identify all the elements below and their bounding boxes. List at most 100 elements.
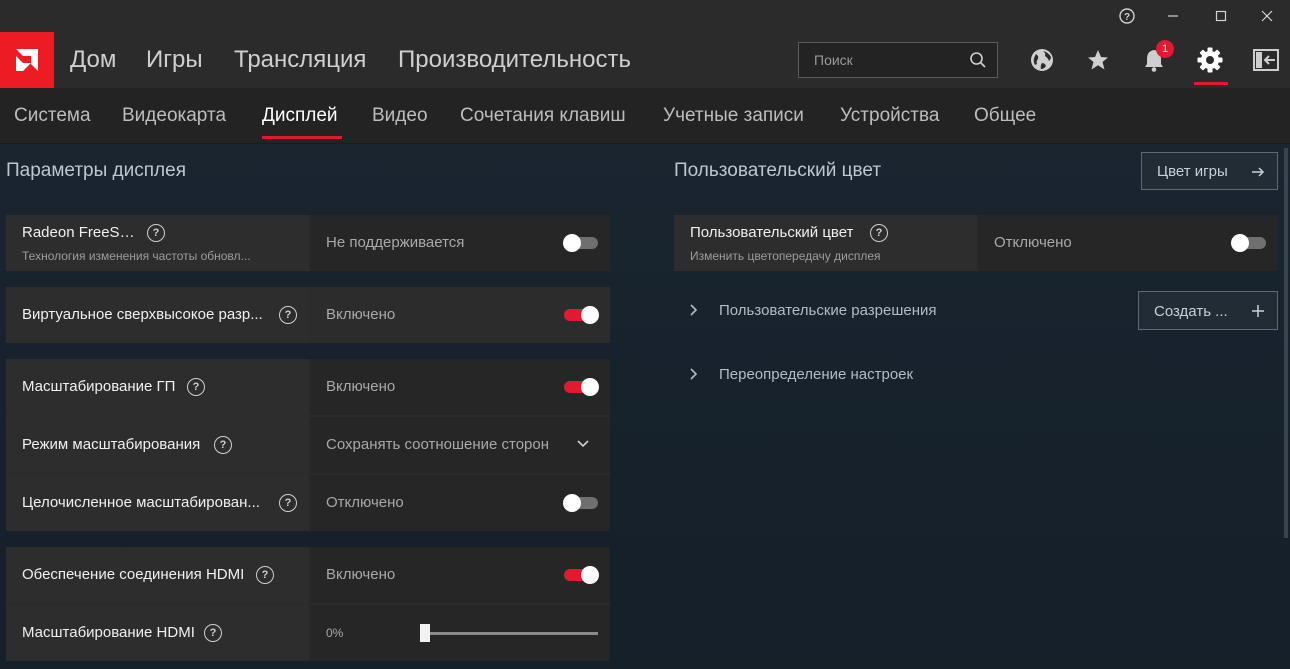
chevron-down-icon [576,437,590,456]
tab-general[interactable]: Общее [974,88,1036,144]
hdmi-link-value-cell: Включено [310,547,610,603]
custom-color-label: Пользовательский цвет [690,224,854,241]
svg-text:?: ? [1124,12,1130,23]
scrollbar[interactable] [1284,148,1288,538]
nav-performance[interactable]: Производительность [398,32,631,88]
notifications-button[interactable]: 1 [1134,32,1174,88]
hdmi-link-row: Обеспечение соединения HDMI ? Включено [6,547,610,603]
hdmi-link-help-icon[interactable]: ? [256,566,274,584]
amd-logo[interactable] [0,32,54,88]
tab-hotkeys[interactable]: Сочетания клавиш [460,88,626,144]
notification-badge: 1 [1156,40,1174,58]
scaling-mode-row: Режим масштабирования ? Сохранять соотно… [6,417,610,473]
gpu-scaling-label-cell: Масштабирование ГП ? [6,359,308,415]
sidebar-toggle-icon[interactable] [1246,32,1286,88]
freesync-value: Не поддерживается [326,234,465,251]
freesync-toggle[interactable] [563,234,598,252]
integer-scaling-value-cell: Отключено [310,475,610,531]
overrides-label: Переопределение настроек [719,366,914,383]
hdmi-scaling-value-cell: 0% [310,605,610,661]
vsr-value: Включено [326,306,396,323]
minimize-button[interactable] [1150,0,1196,32]
search-input[interactable] [799,43,997,77]
gpu-scaling-help-icon[interactable]: ? [187,378,205,396]
hdmi-scaling-label: Масштабирование HDMI [22,624,195,641]
gpu-scaling-value-cell: Включено [310,359,610,415]
hdmi-scaling-slider-track[interactable] [420,632,598,635]
search-icon[interactable] [969,51,987,74]
hdmi-scaling-row: Масштабирование HDMI ? 0% [6,605,610,661]
hdmi-scaling-slider-thumb[interactable] [420,624,430,642]
game-color-button[interactable]: Цвет игры [1141,152,1278,190]
vsr-card: Виртуальное сверхвысокое разр... ? Включ… [6,287,610,343]
create-button[interactable]: Создать ... [1138,291,1278,330]
vsr-label: Виртуальное сверхвысокое разр... [22,306,263,323]
custom-color-title: Пользовательский цвет [674,160,882,181]
nav-games[interactable]: Игры [146,32,203,88]
hdmi-scaling-help-icon[interactable]: ? [204,624,222,642]
tab-devices[interactable]: Устройства [840,88,939,144]
scaling-mode-help-icon[interactable]: ? [214,436,232,454]
custom-color-card: Пользовательский цвет ? Изменить цветопе… [674,215,1278,271]
nav-streaming[interactable]: Трансляция [234,32,366,88]
gpu-scaling-value: Включено [326,378,396,395]
scaling-mode-dropdown[interactable]: Сохранять соотношение сторон [310,417,610,473]
hdmi-link-label-cell: Обеспечение соединения HDMI ? [6,547,308,603]
globe-icon[interactable] [1022,32,1062,88]
tab-video[interactable]: Видео [372,88,428,144]
custom-color-help-icon[interactable]: ? [870,224,888,242]
star-icon[interactable] [1078,32,1118,88]
active-tab-indicator [262,136,342,139]
integer-scaling-help-icon[interactable]: ? [279,494,297,512]
settings-tabs: Система Видеокарта Дисплей Видео Сочетан… [0,88,1290,144]
vsr-value-cell: Включено [310,287,610,343]
custom-color-toggle[interactable] [1231,234,1266,252]
freesync-card: Radeon FreeSync ? Технология изменения ч… [6,215,610,271]
freesync-label-cell: Radeon FreeSync ? Технология изменения ч… [6,215,308,271]
gpu-scaling-label: Масштабирование ГП [22,378,176,395]
integer-scaling-row: Целочисленное масштабирован... ? Отключе… [6,475,610,531]
help-icon[interactable]: ? [1104,0,1150,32]
main-nav: Дом Игры Трансляция Производительность 1 [0,32,1290,88]
integer-scaling-label: Целочисленное масштабирован... [22,494,260,511]
custom-color-label-cell: Пользовательский цвет ? Изменить цветопе… [674,215,976,271]
settings-button[interactable] [1190,32,1230,88]
nav-home[interactable]: Дом [70,32,116,88]
game-color-label: Цвет игры [1157,163,1228,180]
custom-color-description: Изменить цветопередачу дисплея [690,249,881,263]
amd-logo-icon [16,49,38,71]
integer-scaling-value: Отключено [326,494,404,511]
arrow-right-icon [1251,165,1265,183]
chevron-right-icon [688,367,700,385]
integer-scaling-toggle[interactable] [563,494,598,512]
integer-scaling-label-cell: Целочисленное масштабирован... ? [6,475,308,531]
maximize-button[interactable] [1198,0,1244,32]
vsr-row: Виртуальное сверхвысокое разр... ? Включ… [6,287,610,343]
scaling-mode-value: Сохранять соотношение сторон [326,436,550,453]
content-area: Параметры дисплея Radeon FreeSync ? Техн… [0,144,1290,669]
settings-active-indicator [1194,82,1228,85]
hdmi-scaling-label-cell: Масштабирование HDMI ? [6,605,308,661]
vsr-help-icon[interactable]: ? [279,306,297,324]
custom-color-value-cell: Отключено [978,215,1278,271]
freesync-label: Radeon FreeSync [22,224,142,241]
freesync-help-icon[interactable]: ? [147,224,165,242]
gear-icon [1197,47,1223,73]
custom-color-row: Пользовательский цвет ? Изменить цветопе… [674,215,1278,271]
hdmi-link-label: Обеспечение соединения HDMI [22,566,245,583]
gpu-scaling-row: Масштабирование ГП ? Включено [6,359,610,415]
custom-color-value: Отключено [994,234,1072,251]
title-bar: ? [0,0,1290,32]
search-box [798,42,998,78]
tab-graphics[interactable]: Видеокарта [122,88,226,144]
tab-system[interactable]: Система [14,88,91,144]
plus-icon [1251,304,1265,322]
vsr-label-cell: Виртуальное сверхвысокое разр... ? [6,287,308,343]
scaling-mode-label: Режим масштабирования [22,436,201,453]
hdmi-link-toggle[interactable] [564,566,599,584]
tab-accounts[interactable]: Учетные записи [663,88,804,144]
freesync-value-cell: Не поддерживается [310,215,610,271]
vsr-toggle[interactable] [564,306,599,324]
gpu-scaling-toggle[interactable] [564,378,599,396]
close-button[interactable] [1244,0,1290,32]
